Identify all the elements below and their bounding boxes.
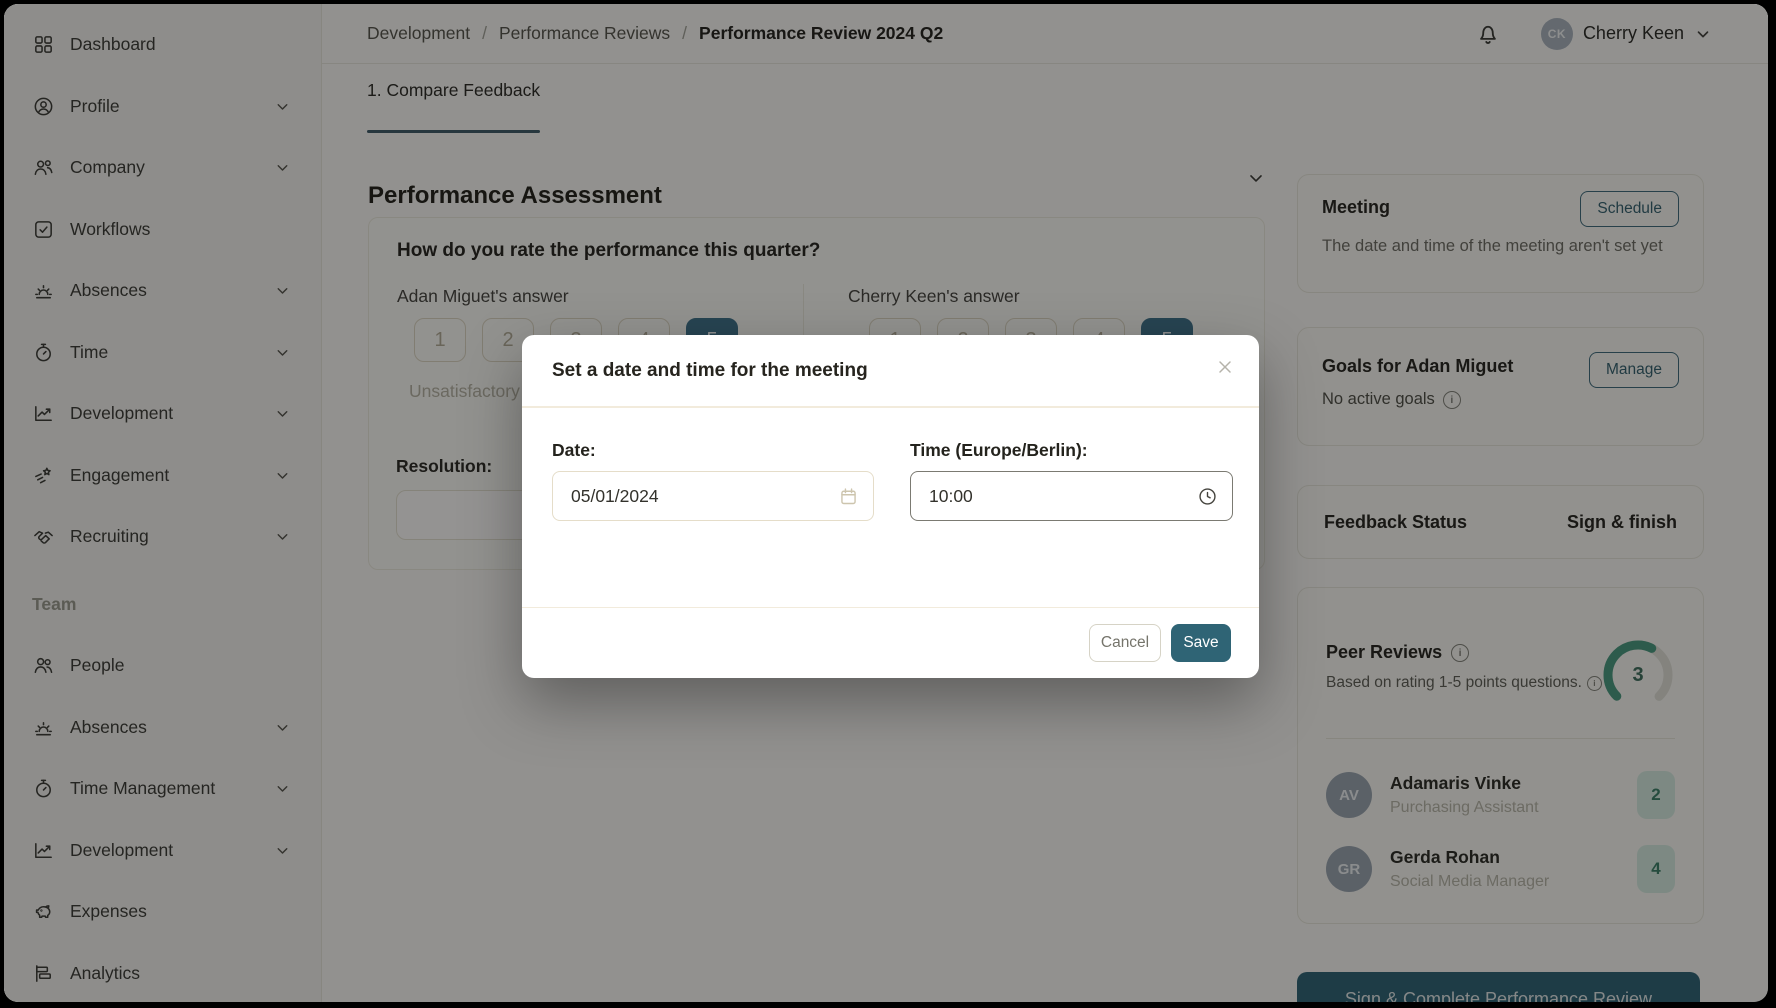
clock-icon[interactable] — [1197, 486, 1218, 507]
time-label: Time (Europe/Berlin): — [910, 440, 1088, 461]
schedule-meeting-modal: Set a date and time for the meeting Date… — [522, 335, 1259, 678]
app-window: Dashboard Profile Company Workflows Abse… — [4, 4, 1768, 1002]
date-input[interactable]: 05/01/2024 — [552, 471, 874, 521]
save-button[interactable]: Save — [1171, 624, 1231, 662]
divider — [522, 406, 1259, 408]
date-label: Date: — [552, 440, 596, 461]
time-value: 10:00 — [929, 486, 973, 507]
modal-footer: Cancel Save — [522, 607, 1259, 678]
close-icon[interactable] — [1215, 357, 1235, 377]
modal-title: Set a date and time for the meeting — [552, 360, 868, 382]
cancel-button[interactable]: Cancel — [1089, 624, 1161, 662]
time-input[interactable]: 10:00 — [910, 471, 1233, 521]
date-value: 05/01/2024 — [571, 486, 659, 507]
calendar-icon[interactable] — [838, 486, 859, 507]
